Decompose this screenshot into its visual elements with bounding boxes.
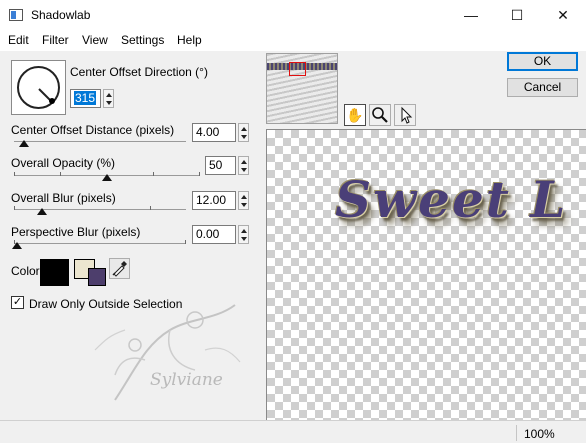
- status-bar: 100%: [0, 420, 586, 443]
- opacity-slider-thumb[interactable]: [102, 174, 112, 181]
- title-bar: Shadowlab — ☐ ✕: [0, 0, 586, 31]
- dial-knob[interactable]: [49, 98, 55, 104]
- maximize-button[interactable]: ☐: [494, 0, 540, 31]
- direction-dial[interactable]: [11, 60, 66, 115]
- menu-bar: Edit Filter View Settings Help: [0, 31, 586, 51]
- app-icon: [9, 9, 23, 21]
- perspective-slider-track[interactable]: [14, 243, 186, 244]
- navigator-thumbnail[interactable]: [266, 53, 338, 124]
- opacity-tick: [60, 172, 61, 176]
- opacity-tick: [14, 172, 15, 176]
- opacity-spinner[interactable]: [238, 156, 249, 175]
- eyedropper-icon: [112, 261, 127, 277]
- perspective-label: Perspective Blur (pixels): [11, 225, 141, 239]
- perspective-slider-thumb[interactable]: [12, 242, 22, 249]
- direction-spinner[interactable]: [103, 89, 114, 108]
- blur-label: Overall Blur (pixels): [11, 191, 116, 205]
- distance-input[interactable]: 4.00: [192, 123, 236, 142]
- opacity-input[interactable]: 50: [205, 156, 236, 175]
- draw-outside-checkbox[interactable]: ✓: [11, 296, 24, 309]
- minimize-button[interactable]: —: [448, 0, 494, 31]
- preview-canvas[interactable]: Sweet L: [266, 129, 586, 420]
- direction-input[interactable]: 315: [70, 89, 101, 108]
- zoom-level: 100%: [524, 427, 555, 441]
- blur-tick: [150, 206, 151, 210]
- window-title: Shadowlab: [31, 8, 91, 22]
- menu-filter[interactable]: Filter: [42, 33, 69, 47]
- watermark-signature: Sylviane: [150, 370, 223, 390]
- eyedropper-button[interactable]: [109, 258, 130, 279]
- menu-view[interactable]: View: [82, 33, 108, 47]
- opacity-tick: [199, 172, 200, 176]
- preview-text-art: Sweet L: [335, 170, 568, 229]
- pan-hand-icon: ✋: [346, 107, 364, 123]
- distance-slider-track[interactable]: [14, 141, 186, 142]
- menu-edit[interactable]: Edit: [8, 33, 29, 47]
- pan-tool-button[interactable]: ✋: [344, 104, 366, 126]
- ok-button[interactable]: OK: [507, 52, 578, 71]
- blur-input[interactable]: 12.00: [192, 191, 236, 210]
- distance-slider-thumb[interactable]: [18, 140, 29, 147]
- status-separator: [516, 425, 517, 441]
- opacity-tick: [153, 172, 154, 176]
- blur-slider-thumb[interactable]: [36, 208, 47, 215]
- zoom-magnifier-icon: [372, 107, 388, 123]
- perspective-tick: [185, 240, 186, 244]
- blur-spinner[interactable]: [238, 191, 249, 210]
- draw-outside-label: Draw Only Outside Selection: [29, 297, 183, 311]
- direction-label: Center Offset Direction (°): [70, 65, 208, 79]
- arrow-pointer-icon: [401, 106, 413, 124]
- opacity-label: Overall Opacity (%): [11, 156, 116, 170]
- color-label: Color: [11, 264, 40, 278]
- navigator-view-rectangle[interactable]: [289, 62, 306, 76]
- zoom-tool-button[interactable]: [369, 104, 391, 126]
- foreground-color-swatch[interactable]: [88, 268, 106, 286]
- cancel-button[interactable]: Cancel: [507, 78, 578, 97]
- distance-label: Center Offset Distance (pixels): [11, 123, 175, 137]
- close-button[interactable]: ✕: [540, 0, 586, 31]
- blur-tick: [14, 206, 15, 210]
- shadow-color-swatch[interactable]: [40, 259, 69, 286]
- menu-help[interactable]: Help: [177, 33, 202, 47]
- distance-spinner[interactable]: [238, 123, 249, 142]
- perspective-spinner[interactable]: [238, 225, 249, 244]
- select-tool-button[interactable]: [394, 104, 416, 126]
- perspective-input[interactable]: 0.00: [192, 225, 236, 244]
- menu-settings[interactable]: Settings: [121, 33, 164, 47]
